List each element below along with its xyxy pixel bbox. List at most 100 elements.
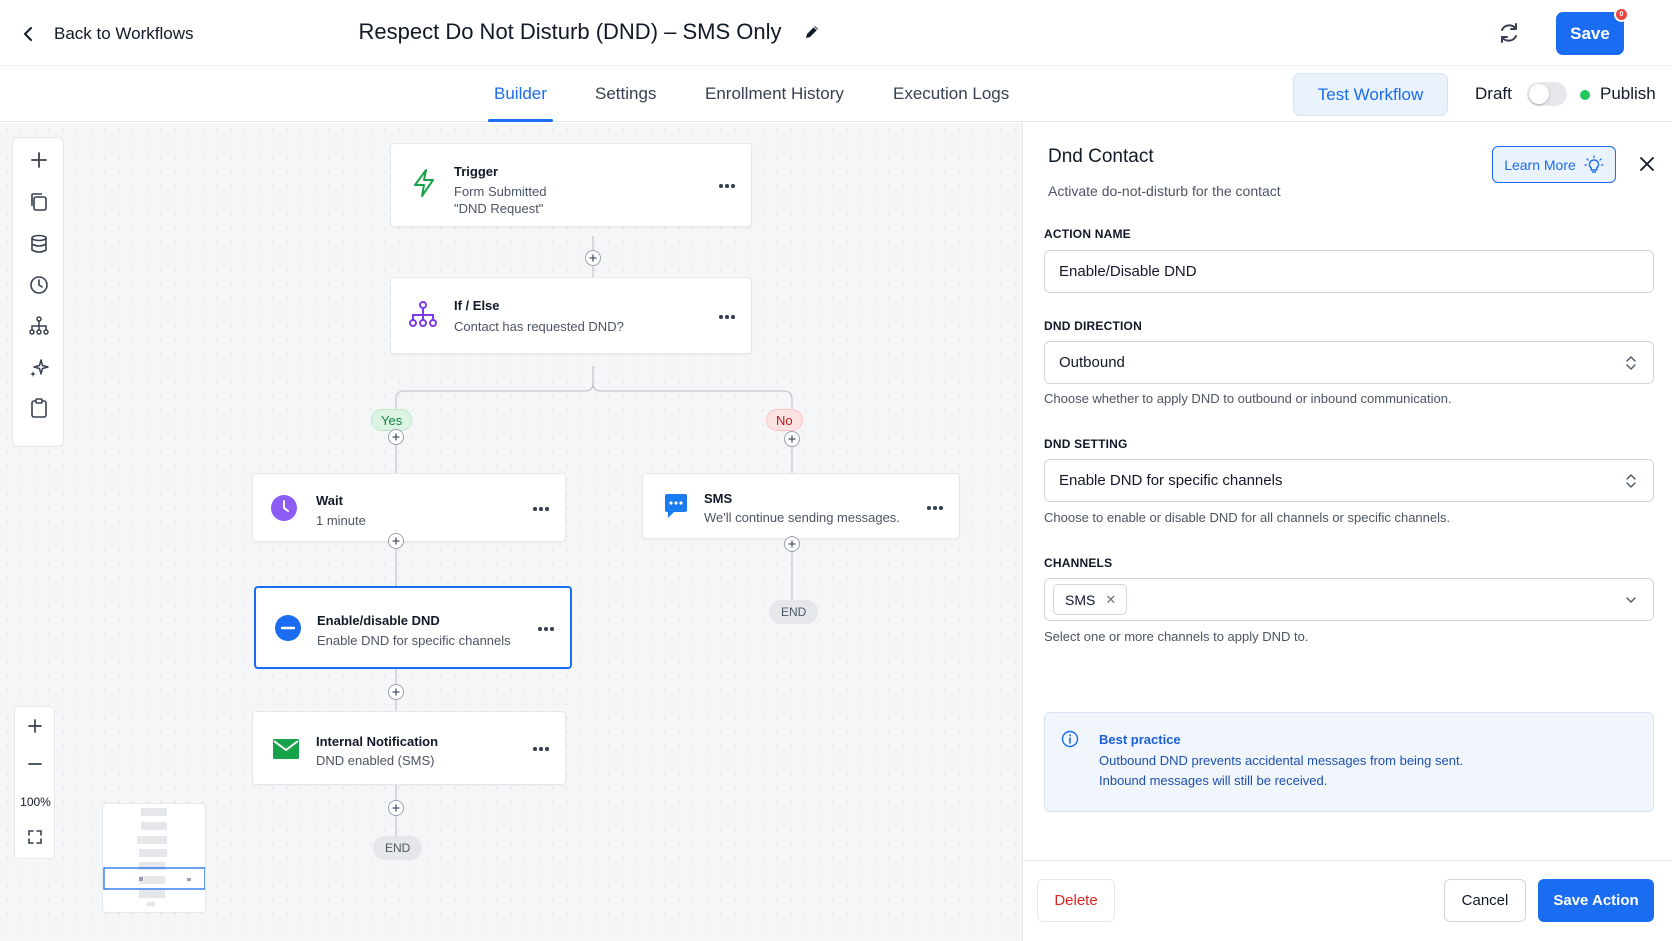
- panel-title: Dnd Contact: [1048, 146, 1154, 167]
- clipboard-icon[interactable]: [27, 396, 51, 420]
- copy-icon[interactable]: [27, 190, 51, 214]
- plus-icon: [392, 537, 400, 545]
- chip-label: SMS: [1065, 591, 1096, 608]
- node-title: Internal Notification: [316, 734, 439, 749]
- save-button[interactable]: Save 0: [1556, 7, 1629, 55]
- action-name-input[interactable]: Enable/Disable DND: [1044, 250, 1654, 293]
- add-step-button[interactable]: [585, 250, 601, 266]
- publish-label: Publish: [1600, 84, 1656, 103]
- hierarchy-icon[interactable]: [27, 314, 51, 338]
- enable-disable-dnd-node[interactable]: Enable/disable DND Enable DND for specif…: [254, 586, 572, 669]
- dnd-setting-label: DND SETTING: [1044, 437, 1128, 451]
- fit-screen-icon[interactable]: [25, 827, 45, 847]
- plus-icon: [392, 688, 400, 696]
- action-name-label: ACTION NAME: [1044, 227, 1131, 241]
- add-icon[interactable]: [27, 148, 51, 172]
- publish-toggle[interactable]: [1527, 82, 1567, 106]
- remove-chip-icon[interactable]: ✕: [1105, 592, 1116, 608]
- channels-multiselect[interactable]: SMS ✕: [1044, 578, 1654, 621]
- zoom-controls: 100%: [14, 706, 55, 859]
- clock-icon[interactable]: [27, 273, 51, 297]
- callout-title: Best practice: [1099, 732, 1181, 747]
- dnd-direction-help: Choose whether to apply DND to outbound …: [1044, 391, 1452, 406]
- dnd-setting-help: Choose to enable or disable DND for all …: [1044, 510, 1451, 525]
- minimap-preview: [103, 808, 205, 906]
- end-marker: END: [769, 600, 819, 624]
- add-step-button[interactable]: [388, 429, 404, 445]
- node-subtitle: Contact has requested DND?: [454, 319, 624, 334]
- more-options-icon[interactable]: [719, 311, 737, 323]
- workflow-title-text: Respect Do Not Disturb (DND) – SMS Only: [358, 19, 782, 44]
- callout-line-1: Outbound DND prevents accidental message…: [1099, 753, 1464, 768]
- refresh-icon[interactable]: [1497, 21, 1521, 45]
- zoom-level: 100%: [20, 795, 51, 809]
- tab-builder[interactable]: Builder: [488, 66, 553, 122]
- zoom-out-icon[interactable]: [25, 754, 45, 774]
- lightning-icon: [414, 169, 434, 197]
- action-config-panel: Dnd Contact Activate do-not-disturb for …: [1022, 123, 1672, 941]
- save-action-button[interactable]: Save Action: [1538, 879, 1654, 922]
- tab-settings[interactable]: Settings: [595, 66, 656, 122]
- dnd-direction-label: DND DIRECTION: [1044, 319, 1142, 333]
- lightbulb-icon: [1584, 154, 1604, 173]
- tab-execution-logs[interactable]: Execution Logs: [893, 66, 1009, 122]
- dnd-direction-select[interactable]: Outbound: [1044, 341, 1654, 384]
- sparkles-icon[interactable]: [27, 356, 51, 380]
- zoom-in-icon[interactable]: [25, 716, 45, 736]
- dnd-setting-select[interactable]: Enable DND for specific channels: [1044, 459, 1654, 502]
- info-icon: [1061, 730, 1079, 748]
- pencil-icon[interactable]: [802, 22, 822, 42]
- if-else-node[interactable]: If / Else Contact has requested DND?: [390, 277, 752, 354]
- minus-circle-icon: [275, 615, 301, 641]
- add-step-button[interactable]: [784, 431, 800, 447]
- cancel-button[interactable]: Cancel: [1444, 879, 1526, 922]
- node-title: SMS: [704, 491, 733, 506]
- branch-no-label: No: [766, 409, 803, 431]
- add-step-button[interactable]: [388, 684, 404, 700]
- channels-help: Select one or more channels to apply DND…: [1044, 629, 1309, 644]
- chevron-down-icon: [1626, 597, 1636, 603]
- branch-yes-label: Yes: [371, 409, 413, 431]
- end-marker: END: [373, 836, 423, 860]
- node-subtitle: 1 minute: [316, 513, 366, 528]
- node-title: Trigger: [454, 164, 499, 179]
- plus-icon: [589, 254, 597, 262]
- panel-footer: Delete Cancel Save Action: [1023, 860, 1672, 941]
- unsaved-badge: 0: [1614, 7, 1629, 22]
- more-options-icon[interactable]: [538, 623, 556, 635]
- more-options-icon[interactable]: [719, 180, 737, 192]
- learn-more-button[interactable]: Learn More: [1492, 146, 1616, 183]
- node-subtitle: We'll continue sending messages.: [704, 510, 900, 525]
- clock-icon: [271, 495, 297, 521]
- more-options-icon[interactable]: [533, 743, 551, 755]
- envelope-icon: [273, 739, 299, 759]
- close-icon[interactable]: [1637, 154, 1657, 174]
- best-practice-callout: Best practice Outbound DND prevents acci…: [1044, 712, 1654, 812]
- node-title: If / Else: [454, 298, 500, 313]
- draft-label: Draft: [1475, 84, 1512, 103]
- database-icon[interactable]: [27, 232, 51, 256]
- add-step-button[interactable]: [388, 800, 404, 816]
- more-options-icon[interactable]: [533, 503, 551, 515]
- tab-enrollment-history[interactable]: Enrollment History: [705, 66, 844, 122]
- add-step-button[interactable]: [388, 533, 404, 549]
- node-title: Enable/disable DND: [317, 613, 440, 628]
- wait-node[interactable]: Wait 1 minute: [252, 473, 566, 542]
- node-subtitle: DND enabled (SMS): [316, 753, 435, 768]
- delete-button[interactable]: Delete: [1037, 879, 1115, 922]
- learn-more-label: Learn More: [1504, 156, 1576, 173]
- internal-notification-node[interactable]: Internal Notification DND enabled (SMS): [252, 711, 566, 785]
- trigger-node[interactable]: Trigger Form Submitted "DND Request": [390, 143, 752, 227]
- channels-label: CHANNELS: [1044, 556, 1113, 570]
- toggle-knob: [1529, 84, 1549, 104]
- test-workflow-button[interactable]: Test Workflow: [1293, 73, 1448, 116]
- more-options-icon[interactable]: [927, 502, 945, 514]
- workflow-title: Respect Do Not Disturb (DND) – SMS Only: [0, 19, 1120, 45]
- tabs-bar: Builder Settings Enrollment History Exec…: [0, 66, 1672, 122]
- sms-node[interactable]: SMS We'll continue sending messages.: [642, 473, 960, 539]
- workflow-canvas[interactable]: Trigger Form Submitted "DND Request" If …: [0, 123, 1022, 941]
- chevron-up-down-icon: [1626, 474, 1636, 488]
- add-step-button[interactable]: [784, 536, 800, 552]
- minimap[interactable]: [102, 803, 206, 913]
- save-label: Save: [1570, 23, 1610, 43]
